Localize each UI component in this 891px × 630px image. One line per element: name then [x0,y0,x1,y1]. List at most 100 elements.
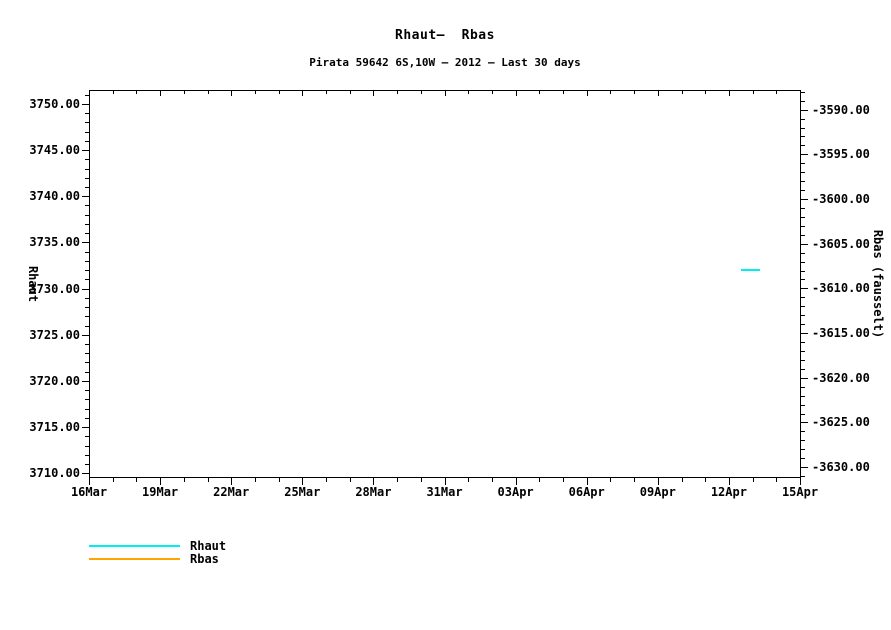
y-left-major-tick [82,473,89,474]
y-right-minor-tick [801,279,805,280]
x-tick-label: 22Mar [199,486,263,498]
x-major-tick [587,478,588,485]
y-left-minor-tick [85,270,89,271]
x-minor-tick [539,478,540,482]
x-tick-label: 31Mar [413,486,477,498]
y-left-tick-label: 3710.00 [20,467,80,479]
x-minor-tick [492,478,493,482]
y-right-minor-tick [801,396,805,397]
x-top-major-tick [89,91,90,96]
y-left-minor-tick [85,353,89,354]
y-left-minor-tick [85,159,89,160]
x-tick-label: 28Mar [341,486,405,498]
x-top-major-tick [160,91,161,96]
y-left-minor-tick [85,224,89,225]
x-top-minor-tick [682,91,683,94]
x-top-major-tick [373,91,374,96]
y-left-minor-tick [85,169,89,170]
y-right-major-tick [801,288,808,289]
legend-item-rhaut: Rhaut [89,539,226,552]
x-tick-label: 12Apr [697,486,761,498]
y-right-minor-tick [801,360,805,361]
y-right-minor-tick [801,440,805,441]
x-top-minor-tick [776,91,777,94]
y-right-minor-tick [801,405,805,406]
x-tick-label: 19Mar [128,486,192,498]
x-major-tick [729,478,730,485]
y-left-minor-tick [85,409,89,410]
series-rhaut-line [741,269,760,271]
x-minor-tick [753,478,754,482]
x-top-major-tick [231,91,232,96]
x-minor-tick [184,478,185,482]
x-major-tick [231,478,232,485]
y-left-minor-tick [85,261,89,262]
y-left-minor-tick [85,344,89,345]
y-right-minor-tick [801,208,805,209]
y-right-minor-tick [801,342,805,343]
legend-label-rhaut: Rhaut [190,540,226,552]
y-right-minor-tick [801,449,805,450]
y-right-minor-tick [801,369,805,370]
x-tick-label: 25Mar [270,486,334,498]
x-minor-tick [350,478,351,482]
y-right-major-tick [801,154,808,155]
x-minor-tick [136,478,137,482]
legend-line-rbas-icon [89,558,180,560]
y-left-major-tick [82,335,89,336]
y-left-major-tick [82,150,89,151]
y-right-minor-tick [801,217,805,218]
y-left-minor-tick [85,455,89,456]
x-minor-tick [255,478,256,482]
y-left-tick-label: 3720.00 [20,375,80,387]
y-left-minor-tick [85,141,89,142]
y-right-minor-tick [801,92,805,93]
x-top-minor-tick [208,91,209,94]
y-left-tick-label: 3735.00 [20,236,80,248]
x-minor-tick [563,478,564,482]
y-right-major-tick [801,110,808,111]
x-top-major-tick [302,91,303,96]
x-minor-tick [113,478,114,482]
y-right-minor-tick [801,172,805,173]
y-left-minor-tick [85,399,89,400]
x-tick-label: 06Apr [555,486,619,498]
y-left-minor-tick [85,178,89,179]
y-left-minor-tick [85,464,89,465]
x-top-minor-tick [539,91,540,94]
y-right-minor-tick [801,128,805,129]
x-major-tick [445,478,446,485]
x-top-major-tick [587,91,588,96]
x-minor-tick [610,478,611,482]
x-top-minor-tick [492,91,493,94]
x-minor-tick [468,478,469,482]
y-right-major-tick [801,333,808,334]
x-major-tick [160,478,161,485]
x-top-minor-tick [705,91,706,94]
y-left-minor-tick [85,418,89,419]
y-right-tick-label: -3625.00 [812,416,882,428]
y-left-tick-label: 3740.00 [20,190,80,202]
x-top-minor-tick [468,91,469,94]
x-top-minor-tick [610,91,611,94]
x-minor-tick [682,478,683,482]
y-right-minor-tick [801,262,805,263]
y-left-minor-tick [85,187,89,188]
y-right-minor-tick [801,431,805,432]
y-right-minor-tick [801,297,805,298]
y-right-major-tick [801,378,808,379]
y-left-major-tick [82,427,89,428]
x-minor-tick [279,478,280,482]
x-minor-tick [208,478,209,482]
y-left-major-tick [82,242,89,243]
chart-title: Rhaut– Rbas [89,28,801,43]
x-tick-label: 03Apr [484,486,548,498]
x-top-major-tick [729,91,730,96]
y-right-tick-label: -3620.00 [812,372,882,384]
y-right-minor-tick [801,315,805,316]
y-right-minor-tick [801,306,805,307]
x-major-tick [516,478,517,485]
x-minor-tick [421,478,422,482]
x-top-minor-tick [255,91,256,94]
y-right-minor-tick [801,101,805,102]
